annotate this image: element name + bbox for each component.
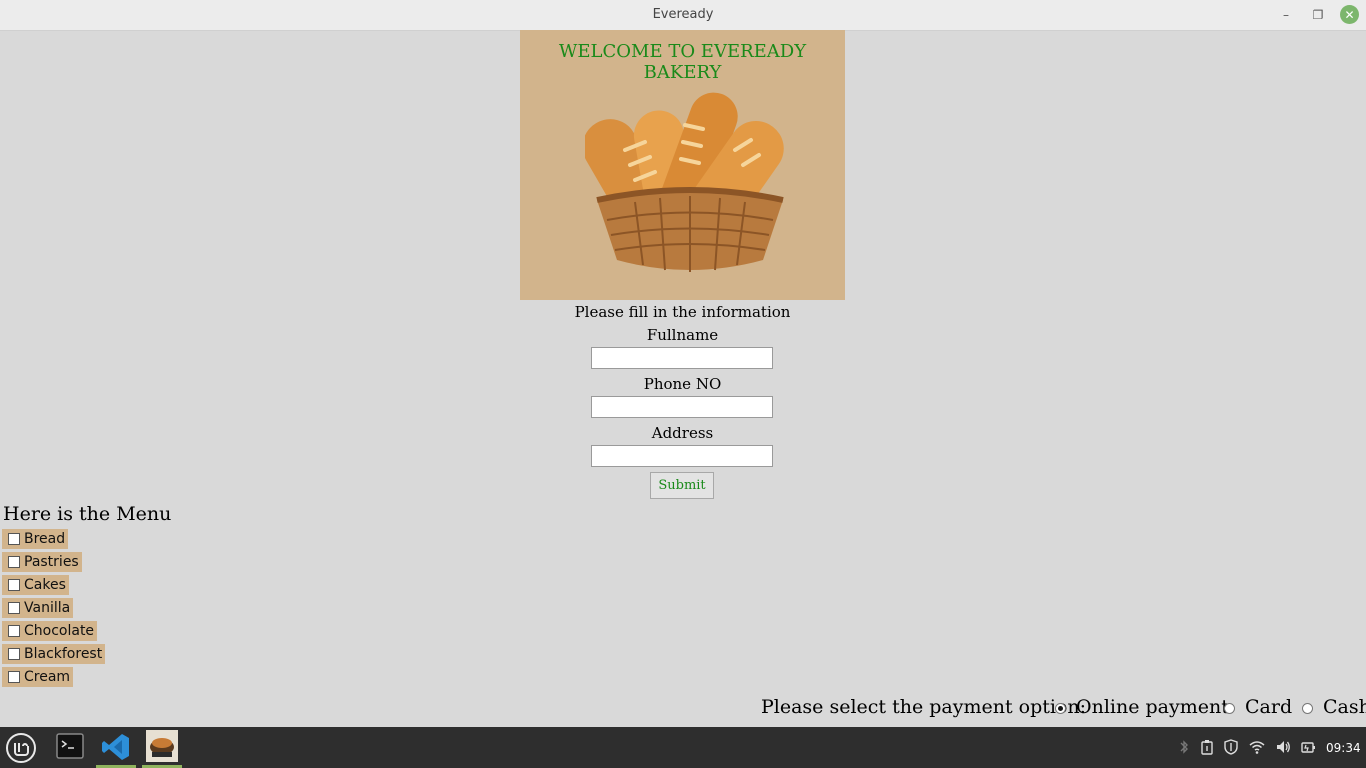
radio-label-cash[interactable]: Cash [1323, 696, 1366, 718]
form-instruction: Please fill in the information [574, 303, 791, 321]
clipboard-icon[interactable] [1199, 739, 1215, 755]
battery-icon[interactable] [1300, 739, 1316, 755]
menu-item-label: Vanilla [24, 600, 71, 616]
checkbox[interactable] [8, 533, 20, 545]
fullname-label: Fullname [646, 326, 719, 344]
address-label: Address [651, 424, 714, 442]
checkbox[interactable] [8, 671, 20, 683]
radio-cash[interactable] [1302, 703, 1313, 714]
window-title: Eveready [652, 7, 714, 22]
payment-prompt: Please select the payment option: [761, 696, 1087, 718]
mint-menu-icon[interactable] [5, 732, 37, 764]
menu-item-chocolate[interactable]: Chocolate [2, 621, 98, 641]
menu-item-bread[interactable]: Bread [2, 529, 69, 549]
menu-title: Here is the Menu [3, 503, 172, 525]
checkbox[interactable] [8, 648, 20, 660]
fullname-input[interactable] [591, 347, 773, 369]
maximize-icon[interactable]: ❐ [1309, 6, 1327, 24]
menu-item-label: Bread [24, 531, 66, 547]
menu-item-label: Cream [24, 669, 71, 685]
close-icon[interactable]: ✕ [1340, 5, 1359, 24]
minimize-icon[interactable]: – [1277, 6, 1295, 24]
phone-label: Phone NO [643, 375, 722, 393]
radio-label-card[interactable]: Card [1245, 696, 1292, 718]
menu-item-vanilla[interactable]: Vanilla [2, 598, 74, 618]
eveready-app-icon[interactable] [146, 730, 178, 762]
radio-label-online-payment[interactable]: Online payment [1076, 696, 1229, 718]
submit-button[interactable]: Submit [650, 472, 714, 499]
menu-item-label: Chocolate [24, 623, 95, 639]
welcome-heading: WELCOME TO EVEREADY BAKERY [558, 41, 807, 83]
shield-icon[interactable] [1223, 739, 1239, 755]
checkbox[interactable] [8, 625, 20, 637]
menu-item-label: Blackforest [24, 646, 103, 662]
vscode-icon[interactable] [101, 732, 131, 762]
radio-card[interactable] [1224, 703, 1235, 714]
clock[interactable]: 09:34 [1326, 741, 1361, 755]
radio-online-payment[interactable] [1055, 703, 1066, 714]
menu-item-cakes[interactable]: Cakes [2, 575, 69, 595]
menu-item-blackforest[interactable]: Blackforest [2, 644, 106, 664]
menu-item-label: Cakes [24, 577, 66, 593]
checkbox[interactable] [8, 556, 20, 568]
phone-input[interactable] [591, 396, 773, 418]
window-titlebar: Eveready – ❐ ✕ [0, 0, 1366, 31]
taskbar: 09:34 [0, 727, 1366, 768]
bread-basket-image [585, 92, 784, 272]
welcome-banner: WELCOME TO EVEREADY BAKERY [520, 30, 845, 300]
menu-item-pastries[interactable]: Pastries [2, 552, 82, 572]
wifi-icon[interactable] [1249, 739, 1265, 755]
checkbox[interactable] [8, 602, 20, 614]
terminal-icon[interactable] [56, 732, 84, 760]
volume-icon[interactable] [1275, 739, 1291, 755]
bluetooth-icon[interactable] [1176, 739, 1192, 755]
address-input[interactable] [591, 445, 773, 467]
menu-item-cream[interactable]: Cream [2, 667, 74, 687]
menu-item-label: Pastries [24, 554, 79, 570]
checkbox[interactable] [8, 579, 20, 591]
